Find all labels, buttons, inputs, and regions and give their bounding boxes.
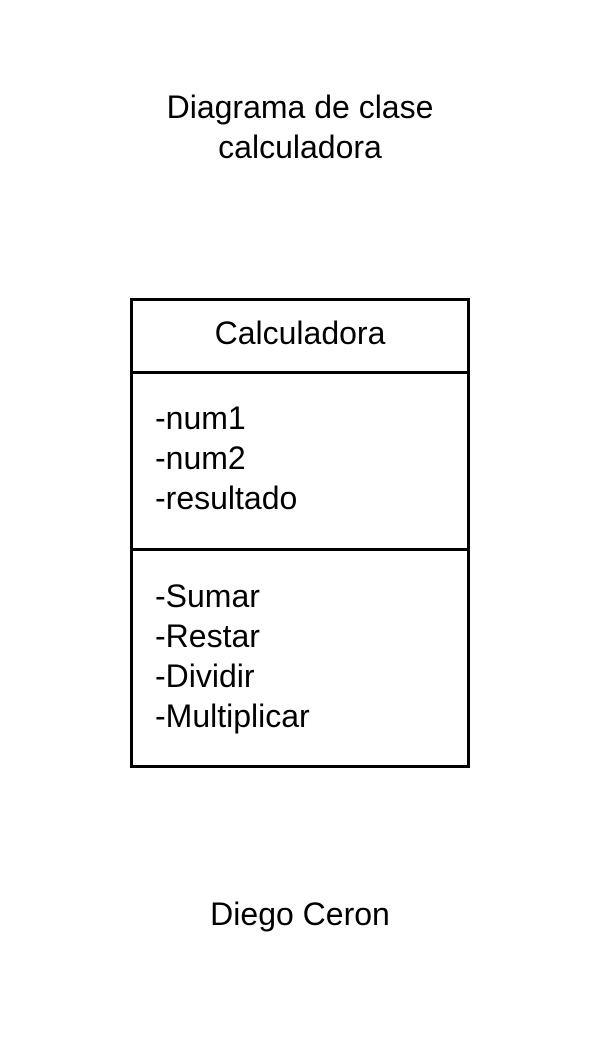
method-item: -Multiplicar — [155, 698, 310, 734]
diagram-title-line-2: calculadora — [218, 129, 382, 165]
attribute-item: -num1 — [155, 400, 246, 436]
method-item: -Restar — [155, 618, 260, 654]
uml-class-box: Calculadora -num1 -num2 -resultado -Suma… — [130, 298, 470, 768]
diagram-title: Diagrama de clase calculadora — [0, 87, 600, 167]
class-methods-section: -Sumar -Restar -Dividir -Multiplicar — [133, 551, 467, 736]
method-item: -Dividir — [155, 658, 255, 694]
class-name: Calculadora — [133, 301, 467, 374]
attribute-item: -num2 — [155, 440, 246, 476]
author-name: Diego Ceron — [210, 896, 390, 932]
diagram-title-line-1: Diagrama de clase — [166, 89, 434, 125]
method-item: -Sumar — [155, 578, 260, 614]
class-attributes-section: -num1 -num2 -resultado — [133, 374, 467, 551]
attribute-item: -resultado — [155, 480, 298, 516]
